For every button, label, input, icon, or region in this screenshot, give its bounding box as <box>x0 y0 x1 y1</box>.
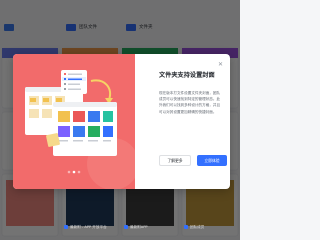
bottom-file-label-1: 最新附 - APP 开放平台 <box>64 223 107 231</box>
bottom-file-label-3: 团队成员 <box>184 223 204 231</box>
close-icon[interactable]: ✕ <box>218 62 223 68</box>
file-type-icon <box>184 225 188 229</box>
bottom-file-label-2: 最新附APP <box>124 223 148 231</box>
dialog-description: 现在版本打文件设置文件夹封面，团队成员可以快速找到特定的管理状态。此外我们可以找… <box>159 91 221 114</box>
file-type-icon <box>64 225 68 229</box>
learn-more-button[interactable]: 了解更多 <box>159 155 191 166</box>
folder-cover-illustration <box>13 54 135 189</box>
file-type-icon <box>124 225 128 229</box>
dialog-title: 文件夹支持设置封面 <box>159 72 215 79</box>
dialog-content: 文件夹支持设置封面 ✕ 现在版本打文件设置文件夹封面，团队成员可以快速找到特定的… <box>139 54 230 189</box>
feature-announcement-dialog: 文件夹支持设置封面 ✕ 现在版本打文件设置文件夹封面，团队成员可以快速找到特定的… <box>13 54 230 189</box>
try-now-button[interactable]: 立即体验 <box>197 155 227 166</box>
